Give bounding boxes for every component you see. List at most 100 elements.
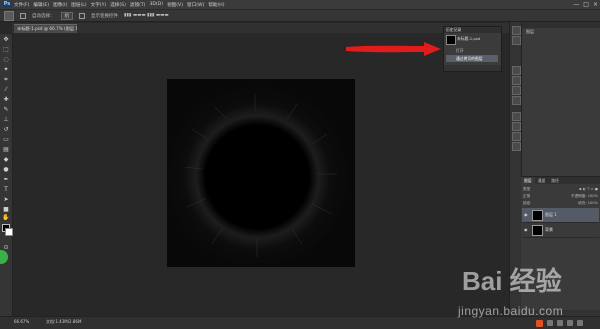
clone-stamp-tool-icon[interactable]: ⊥ [2,116,10,124]
lock-label: 锁定: [523,201,532,205]
menu-type[interactable]: 文字(Y) [91,2,107,8]
menu-layer[interactable]: 图层(L) [71,2,86,8]
menu-image[interactable]: 图像(I) [53,2,67,8]
history-panel-title: 历史记录 [444,27,501,33]
tray-icon[interactable] [567,320,573,326]
move-tool-preset-icon[interactable] [4,10,14,21]
menu-view[interactable]: 视图(V) [167,2,183,8]
move-tool-icon[interactable]: ✥ [2,36,10,44]
layers-panel-tabs: 图层 通道 路径 [521,177,600,184]
menu-3d[interactable]: 3D(D) [149,2,163,7]
color-swatches[interactable] [2,224,13,236]
fill-field[interactable]: 填充: 100% [578,200,598,206]
system-tray [530,318,600,328]
lasso-tool-icon[interactable]: ◌ [2,56,10,64]
dodge-tool-icon[interactable]: ● [2,166,10,174]
type-tool-icon[interactable]: T [2,186,10,194]
opacity-field[interactable]: 不透明度: 100% [571,193,598,199]
tab-layers[interactable]: 图层 [521,177,535,184]
brush-tool-icon[interactable]: ✎ [2,106,10,114]
menu-filter[interactable]: 滤镜(T) [130,2,146,8]
history-state-row-selected[interactable]: 通过拷贝的图层 [446,55,498,62]
show-transform-label: 显示变换控件 [91,13,118,19]
brush-panel-icon[interactable] [512,112,521,121]
swatches-panel-icon[interactable] [512,76,521,85]
document-canvas[interactable] [167,79,355,267]
right-panel-label: 图层 [526,29,534,34]
eyedropper-tool-icon[interactable]: ⁄ [2,86,10,94]
auto-select-label: 自动选择： [32,13,55,19]
red-annotation-arrow [346,42,441,56]
input-method-icon[interactable] [536,319,543,327]
align-buttons-icon[interactable]: ▮▮▮ ▬▬▬ ▮▮▮ ▬▬▬ [124,13,169,18]
history-panel-icon[interactable] [512,26,521,35]
layer-row[interactable]: ◉ 背景 [522,223,599,238]
watermark-brand-text: Bai 经验 [462,266,562,296]
layer-thumbnail [532,210,543,221]
auto-select-checkbox[interactable] [20,12,26,19]
document-size: 文档:1.43M/2.86M [46,319,82,324]
snapshot-label: 未标题-1.psd [457,36,481,41]
path-selection-tool-icon[interactable]: ➤ [2,196,10,204]
adjustments-panel-icon[interactable] [512,86,521,95]
layer-kind-dropdown[interactable]: 类型 [523,186,530,192]
actions-panel-icon[interactable] [512,36,521,45]
menu-file[interactable]: 文件(F) [14,2,29,8]
tray-icon[interactable] [577,320,583,326]
history-state-row[interactable]: 打开 [446,47,498,54]
baidu-jingyan-watermark: Bai 经验 [462,266,562,296]
close-button[interactable]: × [593,1,598,8]
options-bar: 自动选择： 组 显示变换控件 ▮▮▮ ▬▬▬ ▮▮▮ ▬▬▬ [0,10,600,22]
crop-tool-icon[interactable]: ⌗ [2,76,10,84]
healing-brush-tool-icon[interactable]: ✚ [2,96,10,104]
hand-tool-icon[interactable]: ✋ [2,214,10,222]
layer-filter-icons[interactable]: ▪ ◐ T ▭ ◼ [579,186,598,192]
color-panel-icon[interactable] [512,66,521,75]
layer-thumbnail [532,225,543,236]
tools-panel: ✥ ⬚ ◌ ✦ ⌗ ⁄ ✚ ✎ ⊥ ↺ ▭ ▤ ◆ ● ✒ T ➤ ■ ✋ ⊙ [0,34,13,316]
menu-items: 文件(F) 编辑(E) 图像(I) 图层(L) 文字(Y) 选择(S) 滤镜(T… [14,0,225,9]
lock-row: 锁定: 填充: 100% [523,200,598,206]
radial-burst-image [167,79,355,267]
right-panel-header [522,22,600,28]
auto-select-dropdown[interactable]: 组 [60,11,73,20]
blend-row: 正常 不透明度: 100% [523,193,598,199]
menu-edit[interactable]: 编辑(E) [33,2,49,8]
layer-name: 背景 [545,227,553,232]
menu-window[interactable]: 窗口(W) [187,2,204,8]
tray-icon[interactable] [547,320,553,326]
menu-select[interactable]: 选择(S) [110,2,126,8]
arrow-shape [346,42,441,56]
window-controls: — □ × [573,0,598,9]
character-panel-icon[interactable] [512,122,521,131]
pen-tool-icon[interactable]: ✒ [2,176,10,184]
layer-row[interactable]: ◉ 图层 1 [522,208,599,223]
eraser-tool-icon[interactable]: ▭ [2,136,10,144]
magic-wand-tool-icon[interactable]: ✦ [2,66,10,74]
gradient-tool-icon[interactable]: ▤ [2,146,10,154]
show-transform-checkbox[interactable] [79,12,85,19]
zoom-level[interactable]: 66.67% [14,319,29,324]
blend-mode-dropdown[interactable]: 正常 [523,193,530,199]
visibility-eye-icon[interactable]: ◉ [524,212,529,217]
tab-channels[interactable]: 通道 [535,177,549,184]
paragraph-panel-icon[interactable] [512,132,521,141]
background-color-swatch[interactable] [5,228,13,236]
maximize-button[interactable]: □ [583,1,589,8]
marquee-tool-icon[interactable]: ⬚ [2,46,10,54]
blur-tool-icon[interactable]: ◆ [2,156,10,164]
layer-filter-row: 类型 ▪ ◐ T ▭ ◼ [523,186,598,192]
snapshot-thumbnail [446,35,456,45]
styles-panel-icon[interactable] [512,96,521,105]
shape-tool-icon[interactable]: ■ [2,206,10,214]
history-panel: 历史记录 未标题-1.psd 打开 通过拷贝的图层 [443,26,502,72]
document-tab[interactable]: 未标题-1.psd @ 66.7% (图层 1, RGB/8) [14,24,77,33]
tab-paths[interactable]: 路径 [548,177,562,184]
menu-help[interactable]: 帮助(H) [208,2,224,8]
history-brush-tool-icon[interactable]: ↺ [2,126,10,134]
history-snapshot[interactable]: 未标题-1.psd [446,35,498,45]
minimize-button[interactable]: — [573,1,579,8]
properties-panel-icon[interactable] [512,142,521,151]
visibility-eye-icon[interactable]: ◉ [524,227,529,232]
tray-icon[interactable] [557,320,563,326]
